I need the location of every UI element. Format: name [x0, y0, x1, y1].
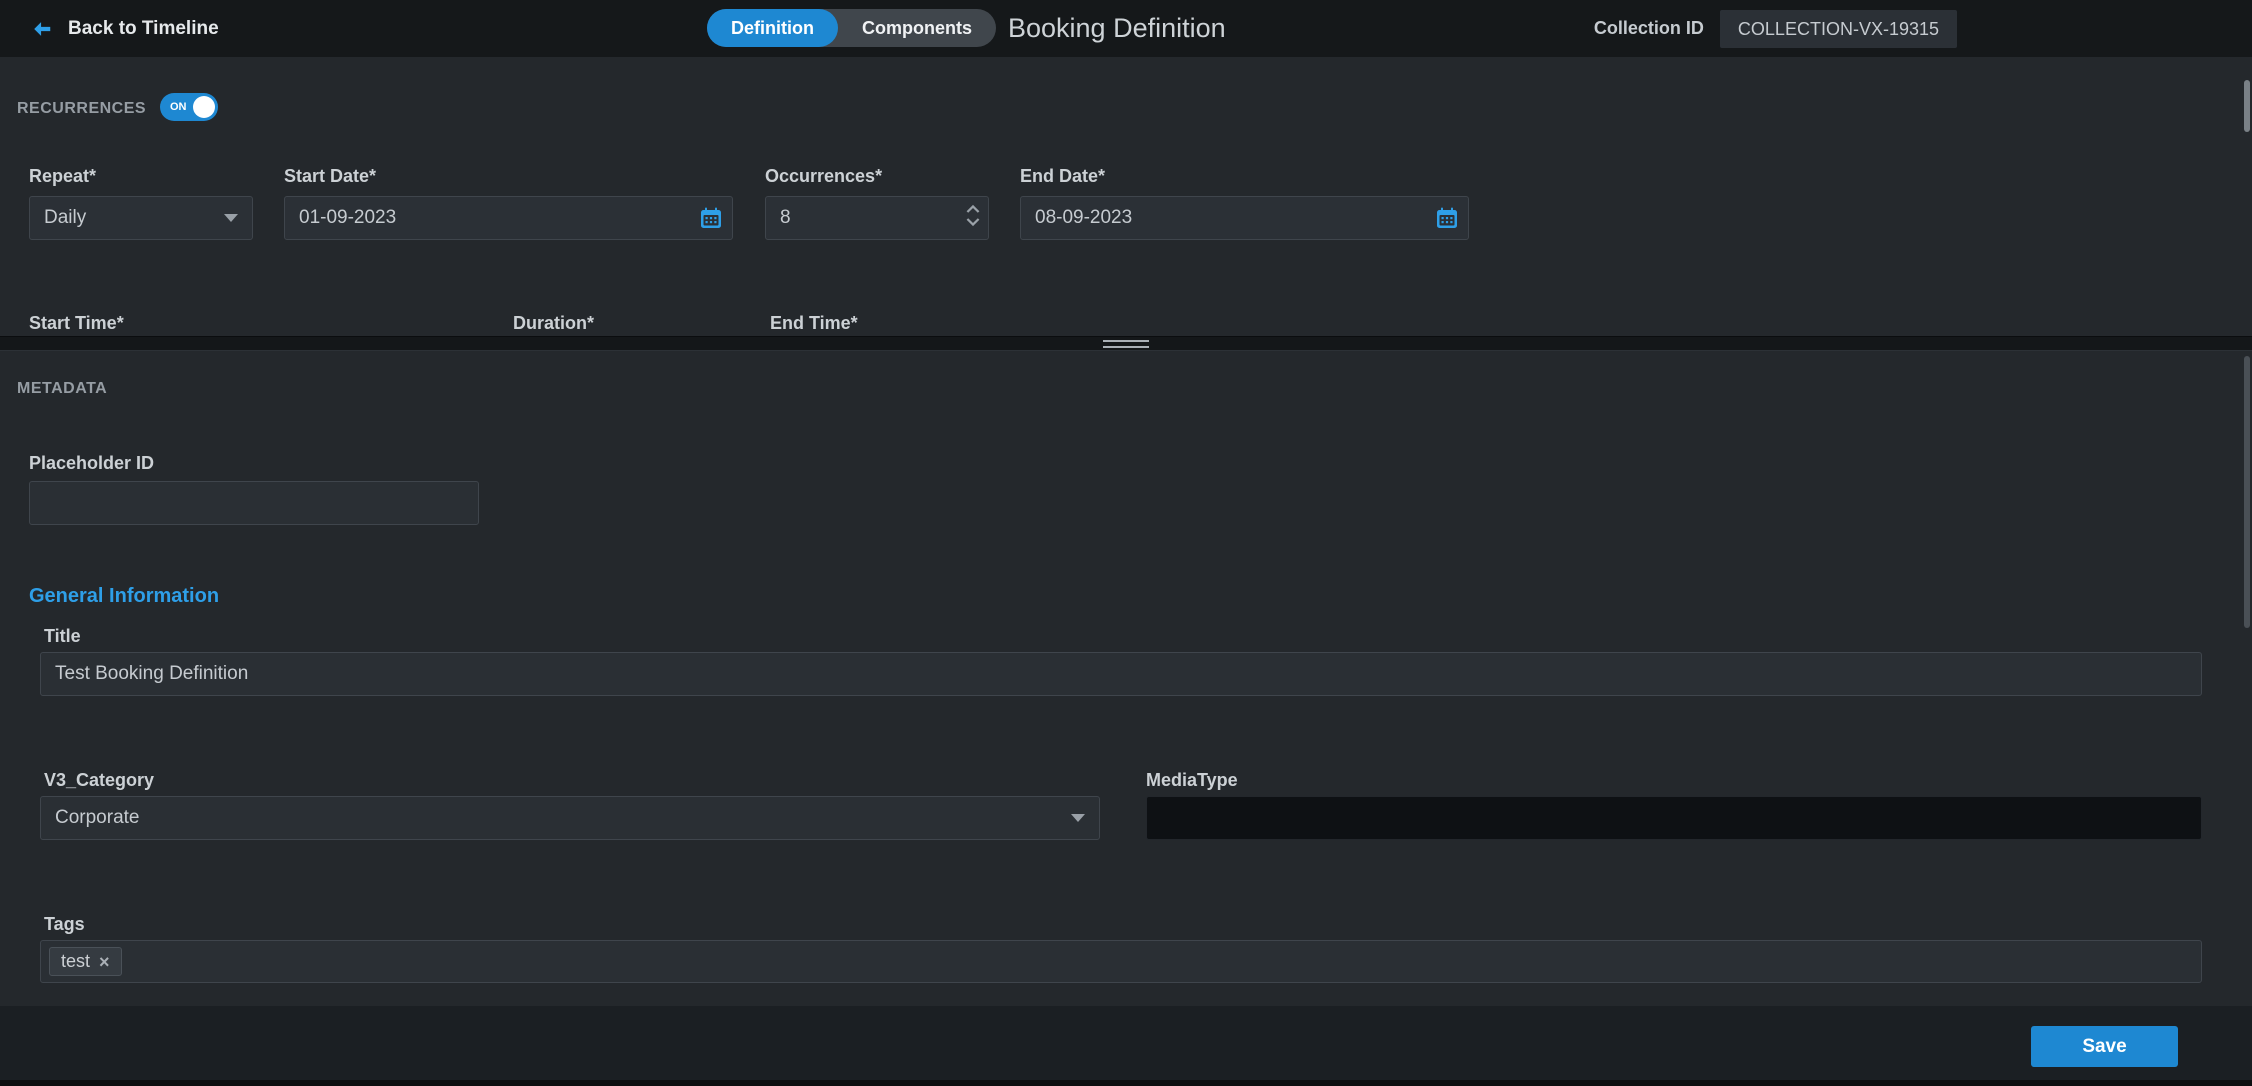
repeat-label: Repeat* — [29, 166, 96, 187]
toggle-knob — [193, 96, 215, 118]
back-to-timeline-button[interactable]: Back to Timeline — [30, 0, 219, 57]
duration-label: Duration* — [513, 313, 594, 334]
calendar-icon[interactable] — [1435, 206, 1459, 230]
tag-chip-text: test — [61, 951, 90, 972]
occurrences-input[interactable] — [765, 196, 989, 240]
end-date-field — [1020, 196, 1469, 240]
placeholder-id-input[interactable] — [29, 481, 479, 525]
panel-resize-splitter[interactable] — [0, 336, 2252, 351]
tag-chip: test × — [49, 947, 122, 976]
back-arrow-icon — [30, 18, 54, 40]
media-type-label: MediaType — [1146, 770, 1238, 791]
start-time-label: Start Time* — [29, 313, 124, 334]
start-date-input[interactable] — [284, 196, 733, 240]
title-label: Title — [44, 626, 81, 647]
tags-label: Tags — [44, 914, 85, 935]
tags-input[interactable]: test × — [40, 940, 2202, 983]
metadata-section-label: METADATA — [17, 380, 107, 398]
start-date-field — [284, 196, 733, 240]
splitter-drag-handle-icon — [1103, 340, 1149, 348]
repeat-select[interactable]: Daily — [29, 196, 253, 240]
tab-components[interactable]: Components — [838, 9, 996, 47]
collection-id-label: Collection ID — [1594, 18, 1704, 39]
repeat-value: Daily — [44, 207, 86, 229]
save-button[interactable]: Save — [2031, 1026, 2178, 1067]
metadata-panel: METADATA Placeholder ID General Informat… — [0, 351, 2252, 1006]
recurrences-section-label: RECURRENCES — [17, 100, 146, 118]
tag-remove-icon[interactable]: × — [99, 953, 110, 971]
back-label: Back to Timeline — [68, 18, 219, 40]
chevron-down-icon — [1071, 814, 1085, 822]
chevron-down-icon — [224, 214, 238, 222]
occurrences-label: Occurrences* — [765, 166, 882, 187]
bottom-panel-scrollbar[interactable] — [2244, 356, 2250, 628]
end-date-input[interactable] — [1020, 196, 1469, 240]
toggle-on-label: ON — [170, 93, 187, 121]
number-stepper-icon[interactable] — [966, 203, 980, 234]
recurrences-panel: RECURRENCES ON Repeat* Start Date* Occur… — [0, 57, 2252, 336]
calendar-icon[interactable] — [699, 206, 723, 230]
top-panel-scrollbar[interactable] — [2244, 80, 2250, 132]
top-bar: Back to Timeline Definition Components B… — [0, 0, 2252, 57]
tab-definition[interactable]: Definition — [707, 9, 838, 47]
view-tabs: Definition Components — [707, 9, 996, 47]
bottom-action-bar: Save — [0, 1006, 2252, 1080]
media-type-input[interactable] — [1146, 796, 2202, 840]
placeholder-id-label: Placeholder ID — [29, 453, 154, 474]
page-title: Booking Definition — [1008, 0, 1226, 57]
end-date-label: End Date* — [1020, 166, 1105, 187]
v3-category-value: Corporate — [55, 807, 140, 829]
collection-id-group: Collection ID COLLECTION-VX-19315 — [1594, 0, 1957, 57]
recurrences-toggle[interactable]: ON — [160, 93, 218, 121]
title-input[interactable] — [40, 652, 2202, 696]
v3-category-label: V3_Category — [44, 770, 154, 791]
start-date-label: Start Date* — [284, 166, 376, 187]
occurrences-field — [765, 196, 989, 240]
bottom-edge-divider — [0, 1080, 2252, 1086]
end-time-label: End Time* — [770, 313, 858, 334]
general-information-heading: General Information — [29, 585, 219, 608]
v3-category-select[interactable]: Corporate — [40, 796, 1100, 840]
collection-id-value: COLLECTION-VX-19315 — [1720, 10, 1957, 48]
